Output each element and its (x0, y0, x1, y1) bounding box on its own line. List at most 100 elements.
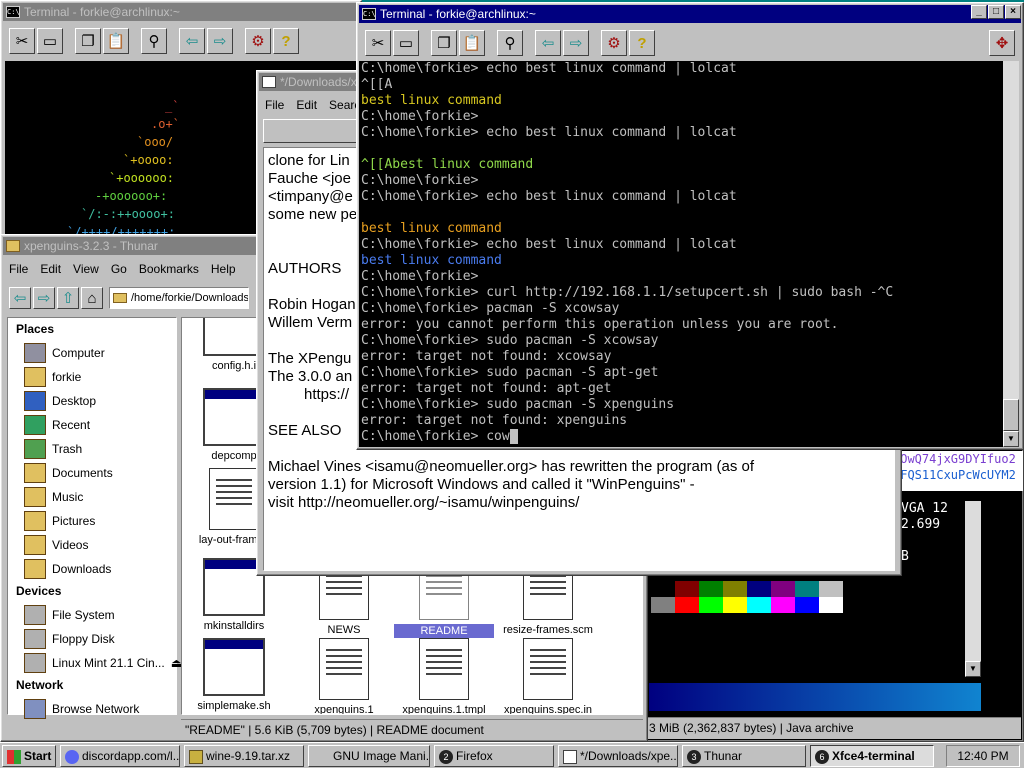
editor-menu-file[interactable]: File (265, 98, 284, 112)
new-tab-button[interactable]: ✂ (365, 30, 391, 56)
task-firefox[interactable]: 2 Firefox (434, 745, 554, 767)
terminal-back-titlebar[interactable]: C:\ Terminal - forkie@archlinux:~ (3, 3, 359, 21)
paste-button[interactable]: 📋 (459, 30, 485, 56)
place-icon (24, 605, 46, 625)
sidebar-item[interactable]: Computer (24, 342, 105, 364)
tools-button[interactable]: ⚙ (601, 30, 627, 56)
file-item[interactable]: xpenguins.1.tmpl (394, 638, 494, 714)
image-scrollbar[interactable]: ▼ (965, 501, 981, 677)
task-terminal[interactable]: 6 Xfce4-terminal (810, 745, 934, 767)
task-wine[interactable]: wine-9.19.tar.xz (184, 745, 304, 767)
terminal-scrollbar[interactable]: ▼ (1003, 61, 1019, 447)
help-button[interactable]: ? (273, 28, 299, 54)
fullscreen-icon: ✥ (995, 34, 1009, 52)
copy-icon: ❐ (81, 32, 95, 50)
palette-swatch (747, 597, 771, 613)
document-icon (419, 638, 469, 700)
badge-icon: 2 (439, 749, 453, 764)
hash-text: dOwQ74jxG9DYIfuo2 JFQS11CxuPcWcUYM2 (891, 451, 1023, 491)
terminal-window-main[interactable]: C:\ Terminal - forkie@archlinux:~ _ □ × … (356, 2, 1024, 450)
terminal-line: best linux command (361, 253, 502, 268)
thunar-menu-file[interactable]: File (9, 262, 28, 276)
thunar-forward-button[interactable]: ⇨ (33, 287, 55, 309)
thunar-sidebar: Places Computer forkie Desktop Recent Trash Do… (7, 317, 182, 719)
tools-icon: ⚙ (251, 32, 265, 50)
new-tab-icon: ✂ (371, 34, 385, 52)
vga-info: VGA 12 2.699 B (901, 501, 948, 565)
thunar-back-button[interactable]: ⇦ (9, 287, 31, 309)
palette-swatch (819, 581, 843, 597)
find-button[interactable]: ⚲ (141, 28, 167, 54)
thunar-menu-help[interactable]: Help (211, 262, 236, 276)
sidebar-item[interactable]: Videos (24, 534, 88, 556)
new-tab-button[interactable]: ✂ (9, 28, 35, 54)
file-item[interactable]: xpenguins.spec.in (498, 638, 598, 714)
help-button[interactable]: ? (629, 30, 655, 56)
thunar-menu-view[interactable]: View (73, 262, 99, 276)
copy-button[interactable]: ❐ (75, 28, 101, 54)
new-window-button[interactable]: ▭ (37, 28, 63, 54)
arrow-left-icon: ⇦ (185, 32, 199, 50)
editor-menu-edit[interactable]: Edit (296, 98, 317, 112)
thunar-menu-go[interactable]: Go (111, 262, 127, 276)
task-discord[interactable]: discordapp.com/l... (60, 745, 180, 767)
scroll-down-button[interactable]: ▼ (1003, 431, 1019, 447)
sidebar-item[interactable]: Floppy Disk (24, 628, 115, 650)
maximize-button[interactable]: □ (988, 5, 1004, 19)
paste-button[interactable]: 📋 (103, 28, 129, 54)
terminal-line: C:\home\forkie> curl http://192.168.1.1/… (361, 285, 894, 300)
sidebar-item[interactable]: File System (24, 604, 115, 626)
palette-swatch (771, 581, 795, 597)
terminal-main-titlebar[interactable]: C:\ Terminal - forkie@archlinux:~ (359, 5, 1021, 23)
thunar-menu-edit[interactable]: Edit (40, 262, 61, 276)
system-tray-clock[interactable]: 12:40 PM (946, 745, 1020, 767)
window-file-icon (203, 638, 265, 696)
blue-gradient-bar (649, 683, 981, 711)
close-button[interactable]: × (1005, 5, 1021, 19)
terminal-line: C:\home\forkie> echo best linux command … (361, 189, 737, 204)
find-button[interactable]: ⚲ (497, 30, 523, 56)
sidebar-item[interactable]: Linux Mint 21.1 Cin... ⏏ (24, 652, 182, 674)
sidebar-item-label: Pictures (52, 514, 96, 528)
thunar-up-button[interactable]: ⇧ (57, 287, 79, 309)
forward-button[interactable]: ⇨ (207, 28, 233, 54)
thunar-menu-bookmarks[interactable]: Bookmarks (139, 262, 199, 276)
location-bar[interactable]: /home/forkie/Downloads (109, 287, 249, 309)
back-button[interactable]: ⇦ (535, 30, 561, 56)
copy-button[interactable]: ❐ (431, 30, 457, 56)
file-item[interactable]: simplemake.sh (184, 638, 284, 712)
scroll-down-button[interactable]: ▼ (965, 661, 981, 677)
sidebar-item[interactable]: Trash (24, 438, 82, 460)
window-icon: ▭ (42, 32, 58, 50)
new-window-button[interactable]: ▭ (393, 30, 419, 56)
back-button[interactable]: ⇦ (179, 28, 205, 54)
file-item[interactable]: xpenguins.1 (294, 638, 394, 714)
task-editor[interactable]: */Downloads/xpe... (558, 745, 678, 767)
sidebar-item[interactable]: Documents (24, 462, 113, 484)
task-thunar[interactable]: 3 Thunar (682, 745, 806, 767)
scrollbar-thumb[interactable] (1003, 399, 1019, 431)
task-gimp[interactable]: GNU Image Mani... (308, 745, 430, 767)
thunar-statusbar: "README" | 5.6 KiB (5,709 bytes) | READM… (181, 719, 643, 739)
sidebar-item[interactable]: Browse Network (24, 698, 139, 720)
sidebar-item[interactable]: Music (24, 486, 83, 508)
thunar-home-button[interactable]: ⌂ (81, 287, 103, 309)
start-button[interactable]: Start (2, 745, 56, 767)
tools-button[interactable]: ⚙ (245, 28, 271, 54)
sidebar-item[interactable]: Downloads (24, 558, 111, 580)
sidebar-item[interactable]: Desktop (24, 390, 96, 412)
forward-button[interactable]: ⇨ (563, 30, 589, 56)
editor-icon (563, 749, 577, 764)
fullscreen-button[interactable]: ✥ (989, 30, 1015, 56)
sidebar-item-label: forkie (52, 370, 82, 384)
terminal-main-screen[interactable]: C:\home\forkie> echo best linux command … (359, 61, 1003, 447)
terminal-line: error: you cannot perform this operation… (361, 317, 839, 332)
vga-line-2: 2.699 (901, 517, 941, 532)
sidebar-item[interactable]: forkie (24, 366, 81, 388)
sidebar-item[interactable]: Pictures (24, 510, 95, 532)
terminal-main-title: Terminal - forkie@archlinux:~ (380, 7, 536, 21)
sidebar-item[interactable]: Recent (24, 414, 90, 436)
minimize-button[interactable]: _ (971, 5, 987, 19)
file-label: README (394, 624, 494, 638)
editor-tab[interactable] (263, 119, 363, 143)
